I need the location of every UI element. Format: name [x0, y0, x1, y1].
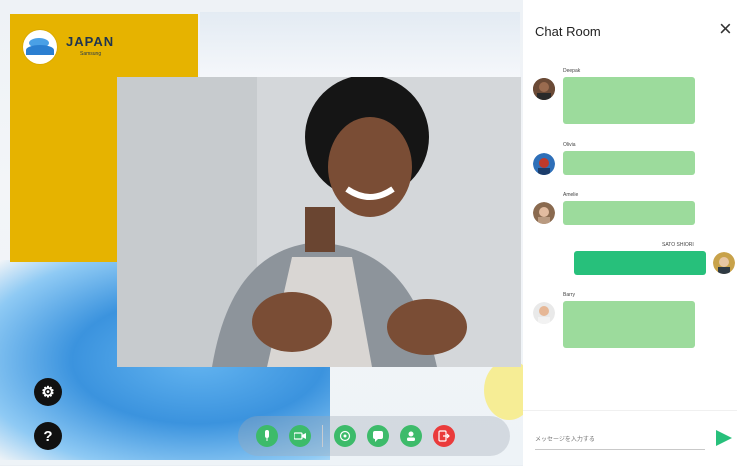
brand-subtitle: Samsung [80, 51, 102, 57]
help-button[interactable]: ? [34, 422, 62, 450]
gear-icon: ⚙ [41, 384, 55, 401]
background-clouds [200, 12, 520, 82]
meeting-toolbar [238, 416, 510, 456]
chat-button[interactable] [367, 425, 389, 447]
message-bubble [563, 301, 695, 348]
background-decoration [484, 360, 523, 420]
message-sender: Barry [563, 292, 575, 298]
message-sender: SATO SHIORI [662, 242, 694, 248]
chat-panel: Chat Room × Deepak Olivia Amelie SATO SH… [523, 0, 737, 465]
settings-button[interactable]: ⚙ [34, 378, 62, 406]
avatar [533, 302, 555, 324]
chat-title: Chat Room [535, 24, 601, 39]
brand-logo-icon [23, 30, 57, 64]
toolbar-divider [322, 425, 323, 447]
brand-name: JAPAN [66, 34, 115, 49]
avatar [533, 78, 555, 100]
message-bubble [563, 77, 695, 124]
send-icon[interactable] [716, 430, 732, 446]
leave-button[interactable] [433, 425, 455, 447]
share-button[interactable] [334, 425, 356, 447]
message-sender: Olivia [563, 142, 576, 148]
avatar [713, 252, 735, 274]
share-icon [339, 430, 351, 442]
close-icon[interactable]: × [719, 18, 732, 40]
message-bubble-own [574, 251, 706, 275]
mic-button[interactable] [256, 425, 278, 447]
help-icon: ? [43, 427, 53, 445]
mic-icon [265, 430, 269, 441]
video-feed [117, 77, 521, 367]
avatar [533, 202, 555, 224]
message-sender: Amelie [563, 192, 579, 198]
chat-input-area [523, 410, 737, 466]
message-sender: Deepak [563, 68, 581, 74]
chat-icon [373, 431, 383, 442]
message-bubble [563, 151, 695, 175]
participants-button[interactable] [400, 425, 422, 447]
camera-button[interactable] [289, 425, 311, 447]
camera-icon [294, 432, 306, 440]
participant-video-image [117, 77, 521, 367]
message-input[interactable] [535, 431, 705, 450]
participants-icon [407, 431, 415, 441]
leave-icon [438, 430, 450, 442]
avatar [533, 153, 555, 175]
message-bubble [563, 201, 695, 225]
meeting-stage: JAPAN Samsung ⚙ ? [0, 0, 523, 465]
